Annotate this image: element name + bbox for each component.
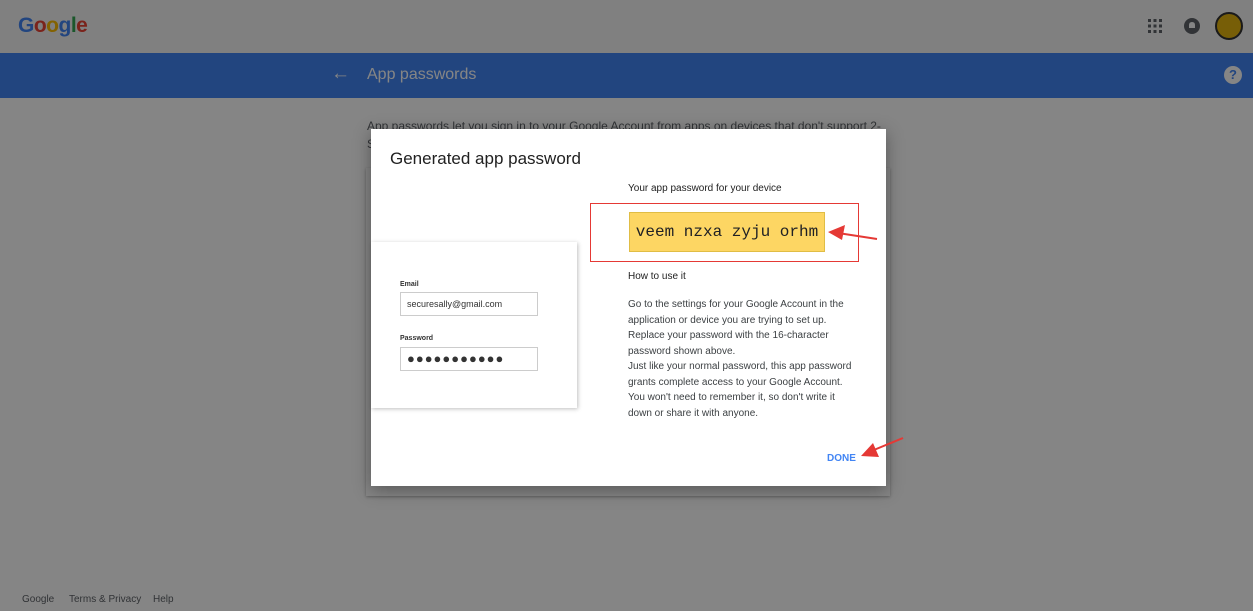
dialog-title: Generated app password bbox=[390, 149, 581, 168]
password-heading: Your app password for your device bbox=[628, 183, 782, 194]
done-button[interactable]: DONE bbox=[827, 453, 856, 464]
illustration-password-label: Password bbox=[400, 335, 434, 342]
illustration-email-label: Email bbox=[400, 281, 419, 288]
howto-text: Go to the settings for your Google Accou… bbox=[628, 297, 856, 421]
sign-in-illustration: Email securesally@gmail.com Password ●●●… bbox=[371, 242, 577, 408]
illustration-email-field: securesally@gmail.com bbox=[400, 292, 538, 316]
generated-password-dialog: Generated app password Email securesally… bbox=[371, 129, 886, 486]
howto-heading: How to use it bbox=[628, 271, 686, 282]
howto-paragraph: Just like your normal password, this app… bbox=[628, 361, 852, 419]
howto-paragraph: Go to the settings for your Google Accou… bbox=[628, 299, 844, 357]
illustration-password-field: ●●●●●●●●●●● bbox=[400, 347, 538, 371]
generated-password[interactable]: veem nzxa zyju orhm bbox=[629, 212, 825, 252]
